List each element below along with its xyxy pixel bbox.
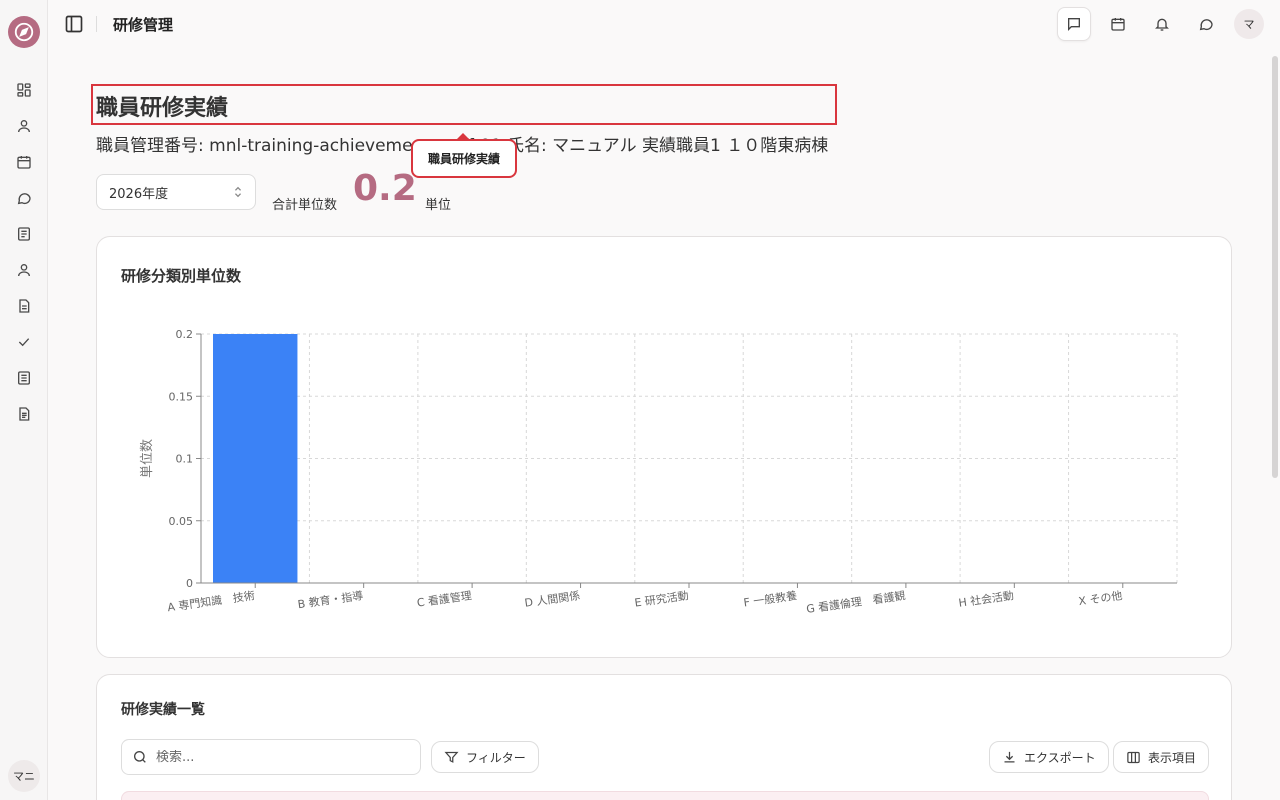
header-title: 研修管理 [113,16,174,34]
download-icon [1004,751,1015,762]
person-icon[interactable] [14,260,34,280]
x-tick-label: H 社会活動 [958,588,1015,610]
chat-square-icon[interactable] [1057,7,1091,41]
calendar-icon[interactable] [1101,7,1135,41]
y-tick-label: 0 [186,577,193,590]
notebook-icon[interactable] [14,368,34,388]
export-button[interactable]: エクスポート [989,741,1109,773]
sidebar-toggle-icon[interactable] [64,14,84,34]
total-units-label: 合計単位数 [272,198,338,213]
x-tick-label: A 専門知識 技術 [167,588,256,614]
search-field[interactable] [121,739,421,775]
y-tick-label: 0.15 [169,390,194,403]
user-avatar[interactable]: マ [1234,9,1264,39]
x-tick-label: X その他 [1078,589,1123,608]
y-axis-label: 単位数 [139,439,155,478]
book-icon[interactable] [14,224,34,244]
columns-label: 表示項目 [1148,750,1197,765]
x-tick-label: G 看護倫理 看護観 [805,588,906,616]
training-list-card: 研修実績一覧 フィルター エクスポート 表示項目 [96,674,1232,800]
table-header [121,791,1209,800]
filter-button[interactable]: フィルター [431,741,539,773]
scrollbar-thumb[interactable] [1272,56,1278,478]
tooltip: 職員研修実績 [411,139,517,178]
list-title: 研修実績一覧 [121,702,205,718]
y-tick-label: 0.05 [169,515,194,528]
x-tick-label: E 研究活動 [634,588,690,609]
filter-label: フィルター [466,750,526,765]
check-icon[interactable] [14,332,34,352]
unit-label: 単位 [425,198,452,213]
bell-icon[interactable] [1145,7,1179,41]
bar-chart: 0 0.05 0.1 0.15 0.2 A 専門知識 技術 B 教育・指導 C 看護管理 D 人… [139,328,1178,616]
top-header: 研修管理 マ [48,0,1280,48]
export-label: エクスポート [1024,750,1096,765]
x-tick-label: F 一般教養 [743,588,798,609]
search-input[interactable] [156,749,396,765]
year-select-value: 2026年度 [109,186,169,202]
page-title: 職員研修実績 [96,96,229,121]
message-circle-icon[interactable] [1189,7,1223,41]
columns-icon [1127,751,1140,763]
year-select[interactable]: 2026年度 [96,174,256,210]
y-tick-label: 0.2 [176,328,194,341]
file-icon[interactable] [14,296,34,316]
chevron-up-down-icon [234,186,242,198]
scrollbar[interactable] [1270,48,1280,800]
chart-card: 研修分類別単位数 0 0.05 0.1 0.15 0.2 A 専門知識 技術 B 教育・指導… [96,236,1232,658]
columns-button[interactable]: 表示項目 [1113,741,1210,773]
compass-icon[interactable] [8,16,40,48]
filter-icon [444,751,459,763]
x-tick-label: D 人間関係 [524,589,581,610]
message-icon[interactable] [14,188,34,208]
y-tick-label: 0.1 [176,453,194,466]
x-tick-label: B 教育・指導 [297,588,364,611]
x-tick-label: C 看護管理 [416,588,473,610]
header-divider [96,16,97,32]
user-icon[interactable] [14,116,34,136]
dashboard-icon[interactable] [14,80,34,100]
document-icon[interactable] [14,404,34,424]
search-icon [134,751,146,763]
total-units-value: 0.2 [353,168,417,209]
calendar-icon[interactable] [14,152,34,172]
sidebar: マニ [0,0,48,800]
bar [213,334,298,583]
avatar[interactable]: マニ [8,760,40,792]
